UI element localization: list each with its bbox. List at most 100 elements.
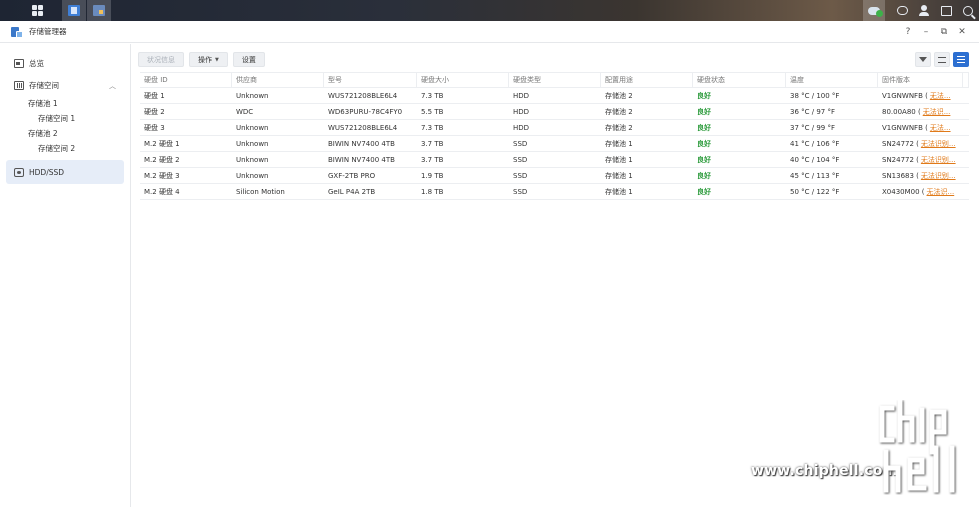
user-menu-button[interactable] bbox=[913, 0, 935, 21]
firmware-cell: SN24772 (无法识别... bbox=[878, 152, 963, 168]
temperature-cell: 37 °C / 99 °F bbox=[790, 123, 835, 132]
firmware-unrecognized-link[interactable]: 无法... bbox=[930, 123, 951, 133]
usage-cell: 存储池 2 bbox=[605, 123, 633, 132]
table-row[interactable]: 硬盘 1 Unknown WUS721208BLE6L4 7.3 TB HDD 存储池 2… bbox=[140, 88, 969, 104]
filter-icon bbox=[919, 57, 927, 62]
model-cell: BIWIN NV7400 4TB bbox=[328, 139, 395, 148]
temperature-cell: 36 °C / 97 °F bbox=[790, 107, 835, 116]
type-cell: HDD bbox=[513, 107, 530, 116]
sort-icon bbox=[938, 56, 946, 63]
disk-id-cell: 硬盘 2 bbox=[144, 107, 165, 116]
sidebar-item-volume-1[interactable]: 存储空间 1 bbox=[0, 111, 130, 126]
column-menu-icon[interactable]: ⋮ bbox=[963, 72, 969, 88]
column-header[interactable]: 固件版本 bbox=[878, 72, 963, 88]
filter-button[interactable] bbox=[915, 52, 931, 67]
firmware-version: V1GNWNFB ( bbox=[882, 91, 928, 100]
sidebar-item-label: HDD/SSD bbox=[29, 167, 65, 177]
table-row[interactable]: 硬盘 2 WDC WD63PURU-78C4FY0 5.5 TB HDD 存储池 2 良好 3… bbox=[140, 104, 969, 120]
column-header[interactable]: 温度 bbox=[786, 72, 878, 88]
disk-id-cell: M.2 硬盘 4 bbox=[144, 187, 180, 196]
sidebar-item-label: 存储空间 bbox=[29, 80, 59, 90]
firmware-cell: V1GNWNFB (无法... bbox=[878, 120, 963, 136]
sidebar-item-hdd-ssd[interactable]: HDD/SSD bbox=[6, 160, 124, 184]
status-info-button[interactable]: 状况信息 bbox=[138, 52, 184, 67]
sidebar-item-pool-2[interactable]: 存储池 2 bbox=[0, 126, 130, 141]
table-row[interactable]: M.2 硬盘 1 Unknown BIWIN NV7400 4TB 3.7 TB SSD… bbox=[140, 136, 969, 152]
sidebar: 总览 存储空间 ︿ 存储池 1 存储空间 1 存储池 2 存储空间 2 HDD/… bbox=[0, 44, 131, 507]
settings-button[interactable]: 设置 bbox=[232, 52, 265, 67]
grid-icon bbox=[31, 5, 43, 16]
table-row[interactable]: M.2 硬盘 4 Silicon Motion GeIL P4A 2TB 1.8 TB… bbox=[140, 184, 969, 200]
disk-id-cell: M.2 硬盘 2 bbox=[144, 155, 180, 164]
firmware-unrecognized-link[interactable]: 无法识别... bbox=[921, 155, 956, 165]
action-label: 操作 bbox=[198, 55, 212, 64]
caret-down-icon: ▼ bbox=[215, 56, 219, 63]
firmware-unrecognized-link[interactable]: 无法... bbox=[930, 91, 951, 101]
notifications-button[interactable] bbox=[891, 0, 913, 21]
firmware-version: SN24772 ( bbox=[882, 155, 919, 164]
column-header[interactable]: 硬盘类型 bbox=[509, 72, 601, 88]
main-menu-button[interactable] bbox=[26, 0, 48, 21]
taskbar-app-second[interactable] bbox=[87, 0, 111, 21]
sidebar-item-volume-2[interactable]: 存储空间 2 bbox=[0, 141, 130, 156]
model-cell: WD63PURU-78C4FY0 bbox=[328, 107, 403, 116]
column-header[interactable]: 硬盘状态 bbox=[693, 72, 786, 88]
vendor-cell: WDC bbox=[236, 107, 254, 116]
sidebar-item-pool-1[interactable]: 存储池 1 bbox=[0, 96, 130, 111]
column-header[interactable]: 供应商 bbox=[232, 72, 324, 88]
table-row[interactable]: M.2 硬盘 3 Unknown GXF-2TB PRO 1.9 TB SSD 存储池 1… bbox=[140, 168, 969, 184]
column-header[interactable]: 型号 bbox=[324, 72, 417, 88]
close-button[interactable]: ✕ bbox=[953, 27, 971, 37]
search-button[interactable] bbox=[957, 0, 979, 21]
size-cell: 3.7 TB bbox=[421, 139, 444, 148]
column-header[interactable]: 配置用途 bbox=[601, 72, 693, 88]
usage-cell: 存储池 1 bbox=[605, 155, 633, 164]
firmware-unrecognized-link[interactable]: 无法识别... bbox=[921, 139, 956, 149]
status-cell: 良好 bbox=[697, 139, 711, 148]
storage-manager-icon bbox=[68, 5, 80, 16]
disk-id-cell: M.2 硬盘 1 bbox=[144, 139, 180, 148]
sidebar-item-overview[interactable]: 总览 bbox=[0, 52, 130, 74]
sidebar-item-label: 总览 bbox=[29, 58, 44, 68]
sidebar-item-label: 存储空间 2 bbox=[38, 144, 76, 153]
storage-manager-icon bbox=[11, 26, 23, 38]
help-button[interactable]: ? bbox=[899, 27, 917, 37]
sidebar-item-storage[interactable]: 存储空间 ︿ bbox=[0, 74, 130, 96]
firmware-unrecognized-link[interactable]: 无法识... bbox=[923, 107, 951, 117]
firmware-cell: 80.00A80 (无法识... bbox=[878, 104, 963, 120]
widgets-button[interactable] bbox=[935, 0, 957, 21]
firmware-unrecognized-link[interactable]: 无法识别... bbox=[921, 171, 956, 181]
column-header[interactable]: 硬盘大小 bbox=[417, 72, 509, 88]
action-dropdown-button[interactable]: 操作 ▼ bbox=[189, 52, 228, 67]
firmware-version: 80.00A80 ( bbox=[882, 107, 921, 116]
firmware-version: SN13683 ( bbox=[882, 171, 919, 180]
table-header: 硬盘 ID 供应商 型号 硬盘大小 硬盘类型 配置用途 硬盘状态 温度 固件版本… bbox=[140, 72, 969, 88]
list-view-button[interactable] bbox=[953, 52, 969, 67]
firmware-unrecognized-link[interactable]: 无法识... bbox=[927, 187, 955, 197]
model-cell: GeIL P4A 2TB bbox=[328, 187, 376, 196]
sort-button[interactable] bbox=[934, 52, 950, 67]
column-header[interactable]: 硬盘 ID bbox=[140, 72, 232, 88]
usage-cell: 存储池 1 bbox=[605, 187, 633, 196]
table-row[interactable]: 硬盘 3 Unknown WUS721208BLE6L4 7.3 TB HDD 存储池 2… bbox=[140, 120, 969, 136]
sync-status-button[interactable] bbox=[863, 0, 885, 21]
firmware-cell: SN13683 (无法识别... bbox=[878, 168, 963, 184]
size-cell: 3.7 TB bbox=[421, 155, 444, 164]
search-icon bbox=[963, 5, 973, 16]
toolbar: 状况信息 操作 ▼ 设置 bbox=[138, 52, 270, 67]
type-cell: SSD bbox=[513, 171, 528, 180]
firmware-version: V1GNWNFB ( bbox=[882, 123, 928, 132]
restore-button[interactable]: ⧉ bbox=[935, 27, 953, 37]
vendor-cell: Unknown bbox=[236, 155, 269, 164]
taskbar-app-storage-manager[interactable] bbox=[62, 0, 86, 21]
firmware-version: SN24772 ( bbox=[882, 139, 919, 148]
view-controls bbox=[912, 52, 969, 67]
usage-cell: 存储池 1 bbox=[605, 139, 633, 148]
firmware-cell: SN24772 (无法识别... bbox=[878, 136, 963, 152]
window-titlebar[interactable]: 存储管理器 ? – ⧉ ✕ bbox=[0, 21, 979, 43]
minimize-button[interactable]: – bbox=[917, 27, 935, 37]
usage-cell: 存储池 1 bbox=[605, 171, 633, 180]
window-title: 存储管理器 bbox=[29, 27, 67, 36]
chevron-up-icon[interactable]: ︿ bbox=[109, 81, 116, 91]
table-row[interactable]: M.2 硬盘 2 Unknown BIWIN NV7400 4TB 3.7 TB SSD… bbox=[140, 152, 969, 168]
